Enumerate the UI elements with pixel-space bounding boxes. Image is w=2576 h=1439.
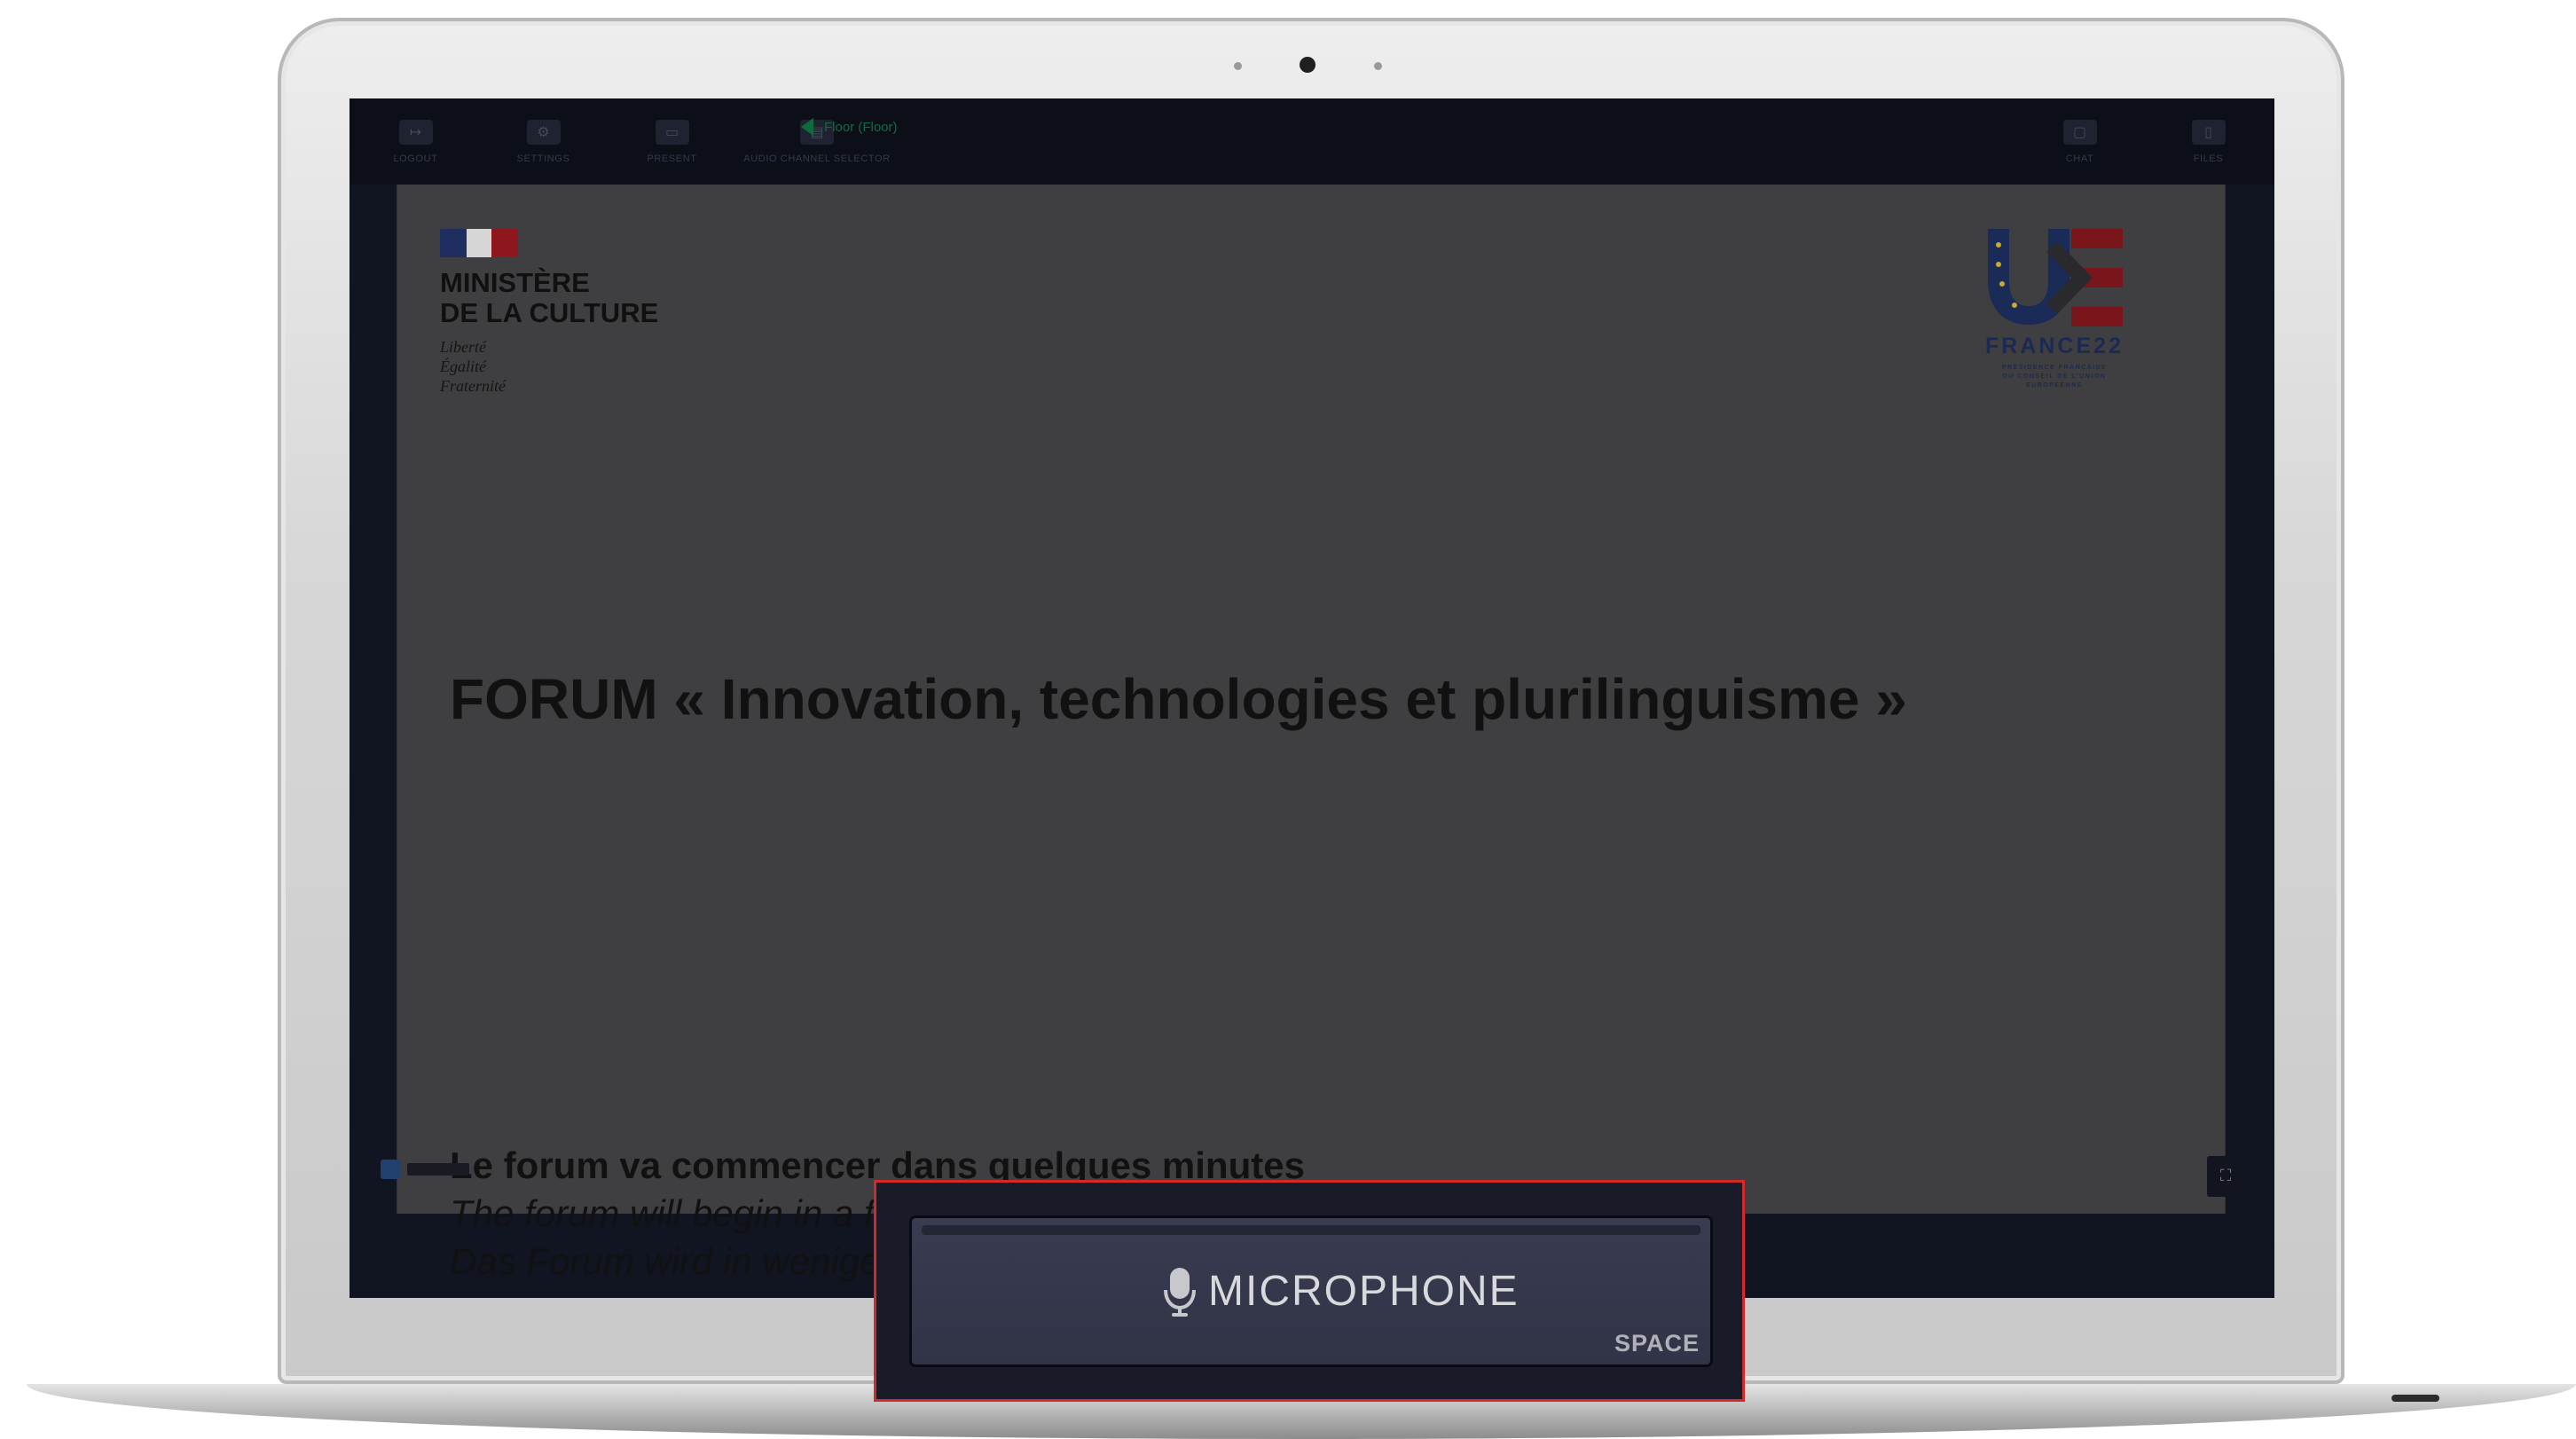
laptop-indicator-light	[2391, 1395, 2439, 1402]
eu-presidency-logo: FRANCE22 PRÉSIDENCE FRANÇAISE DU CONSEIL…	[1979, 225, 2130, 390]
ministry-name-line2: DE LA CULTURE	[440, 297, 659, 328]
ministry-logo: MINISTÈRE DE LA CULTURE Liberté Égalité …	[440, 229, 658, 396]
chat-button[interactable]: ▢ CHAT	[2033, 98, 2126, 185]
settings-label: SETTINGS	[516, 153, 570, 164]
slide-title: FORUM « Innovation, technologies et plur…	[450, 667, 1907, 731]
laptop-mockup: ↦ LOGOUT ⚙ SETTINGS ▭ PRESENT ▤ AUDIO CH…	[0, 0, 2576, 1439]
slide-thumbnail-control[interactable]	[381, 1154, 478, 1184]
camera-sensor-right	[1374, 62, 1382, 70]
files-button[interactable]: ▯ FILES	[2162, 98, 2255, 185]
microphone-label: MICROPHONE	[1208, 1268, 1520, 1315]
eu-presidency-sub-line2: DU CONSEIL DE L'UNION	[2002, 374, 2107, 380]
microphone-level-bar	[922, 1225, 1700, 1235]
microphone-highlight-callout: MICROPHONE SPACE	[874, 1180, 1745, 1402]
files-label: FILES	[2193, 153, 2224, 164]
audio-channel-name: Floor (Floor)	[824, 119, 898, 135]
eu-presidency-sub-line1: PRÉSIDENCE FRANÇAISE	[2001, 365, 2108, 371]
audio-channel-selector-button[interactable]: ▤ AUDIO CHANNEL SELECTOR	[742, 98, 892, 185]
speaker-icon	[801, 118, 813, 136]
republic-motto: Liberté Égalité Fraternité	[440, 337, 658, 396]
fullscreen-button[interactable]: ⛶	[2207, 1156, 2244, 1197]
files-icon: ▯	[2191, 119, 2226, 145]
eu-presidency-name: FRANCE22	[1985, 334, 2124, 358]
slide-progress-bar	[407, 1163, 469, 1176]
french-flag-icon	[440, 229, 518, 257]
motto-egalite: Égalité	[440, 358, 486, 375]
eu-presidency-subtitle: PRÉSIDENCE FRANÇAISE DU CONSEIL DE L'UNI…	[1979, 364, 2130, 390]
microphone-icon	[1164, 1268, 1196, 1317]
present-button[interactable]: ▭ PRESENT	[625, 98, 719, 185]
laptop-screen: ↦ LOGOUT ⚙ SETTINGS ▭ PRESENT ▤ AUDIO CH…	[349, 98, 2274, 1298]
microphone-button[interactable]: MICROPHONE SPACE	[909, 1215, 1713, 1367]
present-label: PRESENT	[647, 153, 697, 164]
gear-icon: ⚙	[526, 119, 561, 145]
eu-presidency-sub-line3: EUROPÉENNE	[2025, 382, 2083, 389]
ministry-name: MINISTÈRE DE LA CULTURE	[440, 268, 658, 328]
fullscreen-icon: ⛶	[2219, 1167, 2232, 1185]
logout-label: LOGOUT	[393, 153, 438, 164]
camera-sensor-left	[1234, 62, 1242, 70]
logout-icon: ↦	[398, 119, 433, 145]
audio-channel-status: Floor (Floor)	[801, 118, 898, 136]
logout-button[interactable]: ↦ LOGOUT	[369, 98, 462, 185]
slide-thumbnail-icon	[381, 1160, 400, 1179]
audio-channel-selector-label: AUDIO CHANNEL SELECTOR	[743, 153, 891, 164]
microphone-shortcut: SPACE	[1614, 1330, 1700, 1356]
top-toolbar: ↦ LOGOUT ⚙ SETTINGS ▭ PRESENT ▤ AUDIO CH…	[349, 98, 2274, 185]
ue-logo-icon	[1988, 229, 2123, 326]
ministry-name-line1: MINISTÈRE	[440, 267, 590, 298]
motto-liberte: Liberté	[440, 338, 486, 356]
presentation-slide: MINISTÈRE DE LA CULTURE Liberté Égalité …	[397, 185, 2226, 1282]
present-icon: ▭	[655, 119, 689, 145]
settings-button[interactable]: ⚙ SETTINGS	[497, 98, 590, 185]
webcam	[1300, 57, 1315, 73]
chat-icon: ▢	[2062, 119, 2097, 145]
chat-label: CHAT	[2065, 153, 2094, 164]
motto-fraternite: Fraternité	[440, 377, 506, 395]
